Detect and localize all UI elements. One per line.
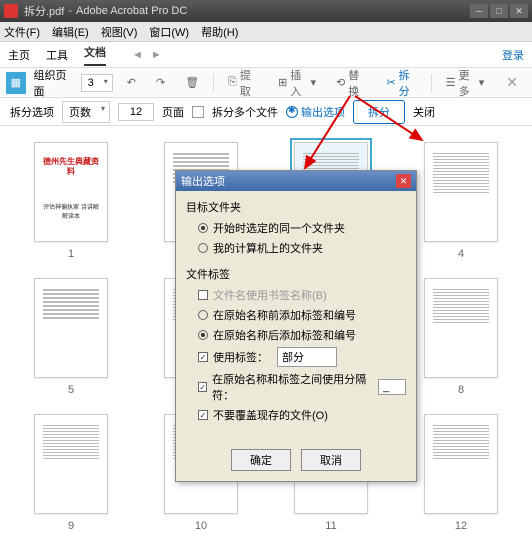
split-close-button[interactable]: 关闭 [413, 104, 435, 120]
close-toolbar-icon[interactable]: ✕ [498, 74, 526, 91]
page-preview: 德州先生典藏资料 评估神偏执家 诗讲解解读本 [34, 142, 108, 242]
dialog-title: 输出选项 [181, 173, 225, 189]
label-text-input[interactable]: 部分 [277, 347, 337, 367]
page-unit-label: 页面 [162, 104, 184, 120]
output-options-button[interactable]: 输出选项 [286, 104, 345, 120]
rotate-right-icon[interactable]: ↷ [150, 73, 171, 92]
insert-button[interactable]: ⊞ 插入 ▾ [272, 64, 322, 102]
page-preview [424, 414, 498, 514]
gear-icon [286, 106, 298, 118]
page-number: 1 [68, 248, 74, 260]
ok-button[interactable]: 确定 [231, 449, 291, 471]
folder-local-radio[interactable]: 我的计算机上的文件夹 [198, 240, 406, 256]
nav-forward-icon[interactable]: ► [151, 49, 162, 61]
thumbnail[interactable]: 4 [410, 142, 512, 260]
filename-group-label: 文件标签 [186, 266, 406, 282]
thumbnail[interactable]: 8 [410, 278, 512, 396]
no-overwrite-checkbox[interactable]: 不要覆盖现存的文件(O) [198, 407, 406, 423]
close-window-button[interactable]: ✕ [510, 4, 528, 18]
menu-edit[interactable]: 编辑(E) [52, 24, 89, 40]
use-label-checkbox[interactable]: 使用标签：部分 [198, 347, 406, 367]
split-multi-checkbox[interactable] [192, 106, 204, 118]
split-mode-dropdown[interactable]: 页数 [62, 101, 110, 123]
page-number: 5 [68, 384, 74, 396]
menu-bar: 文件(F) 编辑(E) 视图(V) 窗口(W) 帮助(H) [0, 22, 532, 42]
split-multi-label: 拆分多个文件 [212, 104, 278, 120]
page-count-input[interactable]: 12 [118, 103, 154, 121]
split-options-bar: 拆分选项 页数 12 页面 拆分多个文件 输出选项 拆分 关闭 [0, 98, 532, 126]
use-separator-checkbox[interactable]: 在原始名称和标签之间使用分隔符：_ [198, 371, 406, 403]
page-number: 4 [458, 248, 464, 260]
label-before-radio[interactable]: 在原始名称前添加标签和编号 [198, 307, 406, 323]
page-number: 8 [458, 384, 464, 396]
organize-pages-icon[interactable]: ▦ [6, 72, 26, 94]
title-appname: Adobe Acrobat Pro DC [76, 5, 187, 17]
nav-document[interactable]: 文档 [84, 44, 106, 66]
thumbnail[interactable]: 9 [20, 414, 122, 532]
page-number: 10 [195, 520, 207, 532]
menu-file[interactable]: 文件(F) [4, 24, 40, 40]
nav-back-icon[interactable]: ◄ [132, 49, 143, 61]
toolbar: ▦ 组织页面 3 ↶ ↷ 🗑 ⎘ 提取 ⊞ 插入 ▾ ⟲ 替换 ✂ 拆分 ☰ 更… [0, 68, 532, 98]
cancel-button[interactable]: 取消 [301, 449, 361, 471]
menu-window[interactable]: 窗口(W) [149, 24, 189, 40]
split-button[interactable]: ✂ 拆分 [380, 64, 422, 102]
app-icon [4, 4, 18, 18]
page-select-dropdown[interactable]: 3 [81, 74, 113, 92]
thumbnail[interactable]: 德州先生典藏资料 评估神偏执家 诗讲解解读本 1 [20, 142, 122, 260]
page-preview [424, 278, 498, 378]
extract-button[interactable]: ⎘ 提取 [222, 64, 264, 102]
page-number: 12 [455, 520, 467, 532]
thumbnail[interactable]: 12 [410, 414, 512, 532]
replace-button[interactable]: ⟲ 替换 [330, 64, 372, 102]
minimize-button[interactable]: ─ [470, 4, 488, 18]
more-button[interactable]: ☰ 更多 ▾ [440, 64, 491, 102]
page-preview [34, 414, 108, 514]
login-link[interactable]: 登录 [502, 47, 524, 63]
menu-help[interactable]: 帮助(H) [201, 24, 238, 40]
label-after-radio[interactable]: 在原始名称后添加标签和编号 [198, 327, 406, 343]
title-filename: 拆分.pdf [24, 3, 64, 19]
separator-input[interactable]: _ [378, 379, 406, 395]
thumbnail[interactable]: 5 [20, 278, 122, 396]
menu-view[interactable]: 视图(V) [101, 24, 138, 40]
page-preview [34, 278, 108, 378]
dialog-titlebar: 输出选项 ✕ [176, 171, 416, 191]
nav-home[interactable]: 主页 [8, 47, 30, 63]
split-action-button[interactable]: 拆分 [353, 100, 405, 124]
dialog-close-icon[interactable]: ✕ [396, 174, 411, 188]
delete-icon[interactable]: 🗑 [179, 73, 205, 92]
window-titlebar: 拆分.pdf - Adobe Acrobat Pro DC ─ □ ✕ [0, 0, 532, 22]
bookmark-name-checkbox: 文件名使用书签名称(B) [198, 287, 406, 303]
organize-pages-label: 组织页面 [34, 67, 73, 99]
page-preview [424, 142, 498, 242]
page-number: 9 [68, 520, 74, 532]
output-options-dialog: 输出选项 ✕ 目标文件夹 开始时选定的同一个文件夹 我的计算机上的文件夹 文件标… [175, 170, 417, 482]
folder-same-radio[interactable]: 开始时选定的同一个文件夹 [198, 220, 406, 236]
page-number: 11 [325, 520, 336, 532]
rotate-left-icon[interactable]: ↶ [121, 73, 142, 92]
split-options-label: 拆分选项 [10, 104, 54, 120]
maximize-button[interactable]: □ [490, 4, 508, 18]
folder-group-label: 目标文件夹 [186, 199, 406, 215]
nav-tools[interactable]: 工具 [46, 47, 68, 63]
